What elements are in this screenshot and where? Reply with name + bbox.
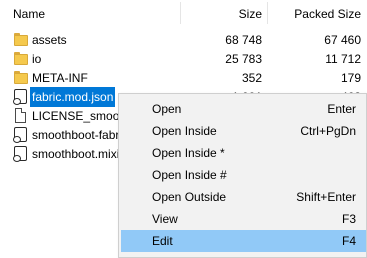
menu-item-shortcut: Enter bbox=[327, 102, 356, 116]
item-size: 352 bbox=[241, 71, 262, 85]
folder-icon bbox=[14, 52, 28, 65]
menu-item-open-inside-hash[interactable]: Open Inside # bbox=[121, 164, 366, 186]
list-item[interactable]: assets 68 748 67 460 bbox=[0, 30, 367, 50]
menu-item-label: Edit bbox=[152, 234, 173, 248]
menu-item-open-inside-star[interactable]: Open Inside * bbox=[121, 142, 366, 164]
item-packed-size: 179 bbox=[340, 71, 361, 85]
column-divider[interactable] bbox=[180, 2, 181, 24]
item-size: 25 783 bbox=[225, 52, 262, 66]
column-divider[interactable] bbox=[267, 2, 268, 24]
json-file-icon bbox=[13, 127, 28, 143]
menu-item-open-outside[interactable]: Open Outside Shift+Enter bbox=[121, 186, 366, 208]
item-name: META-INF bbox=[32, 71, 88, 85]
folder-icon bbox=[14, 71, 28, 84]
menu-item-edit[interactable]: Edit F4 bbox=[121, 230, 366, 252]
menu-item-label: Open bbox=[152, 102, 182, 116]
menu-item-label: Open Inside # bbox=[152, 168, 227, 182]
file-manager-window: Name Size Packed Size assets 68 748 67 4… bbox=[0, 0, 367, 258]
menu-item-shortcut: F3 bbox=[341, 212, 356, 226]
json-file-icon bbox=[13, 146, 28, 162]
list-item[interactable]: io 25 783 11 712 bbox=[0, 49, 367, 69]
menu-item-view[interactable]: View F3 bbox=[121, 208, 366, 230]
item-name: io bbox=[32, 52, 42, 66]
json-file-icon bbox=[13, 89, 28, 105]
size-column-header[interactable]: Size bbox=[186, 0, 262, 28]
menu-item-label: Open Inside bbox=[152, 124, 217, 138]
menu-item-open-inside[interactable]: Open Inside Ctrl+PgDn bbox=[121, 120, 366, 142]
list-item[interactable]: META-INF 352 179 bbox=[0, 68, 367, 88]
item-name: smoothboot-fabric bbox=[32, 128, 129, 142]
menu-item-label: Open Inside * bbox=[152, 146, 225, 160]
item-size: 68 748 bbox=[225, 33, 262, 47]
file-icon bbox=[14, 108, 28, 123]
menu-item-shortcut: Shift+Enter bbox=[296, 190, 356, 204]
menu-item-shortcut: Ctrl+PgDn bbox=[300, 124, 356, 138]
menu-item-label: Open Outside bbox=[152, 190, 227, 204]
name-column-header[interactable]: Name bbox=[13, 0, 45, 28]
item-name: assets bbox=[32, 33, 67, 47]
menu-item-open[interactable]: Open Enter bbox=[121, 98, 366, 120]
item-packed-size: 67 460 bbox=[324, 33, 361, 47]
menu-item-label: View bbox=[152, 212, 178, 226]
context-menu: Open Enter Open Inside Ctrl+PgDn Open In… bbox=[118, 93, 367, 258]
folder-icon bbox=[14, 33, 28, 46]
column-header: Name Size Packed Size bbox=[0, 0, 367, 28]
packed-size-column-header[interactable]: Packed Size bbox=[270, 0, 361, 28]
item-name: fabric.mod.json bbox=[30, 87, 116, 107]
item-packed-size: 11 712 bbox=[325, 52, 361, 66]
menu-item-shortcut: F4 bbox=[341, 234, 356, 248]
